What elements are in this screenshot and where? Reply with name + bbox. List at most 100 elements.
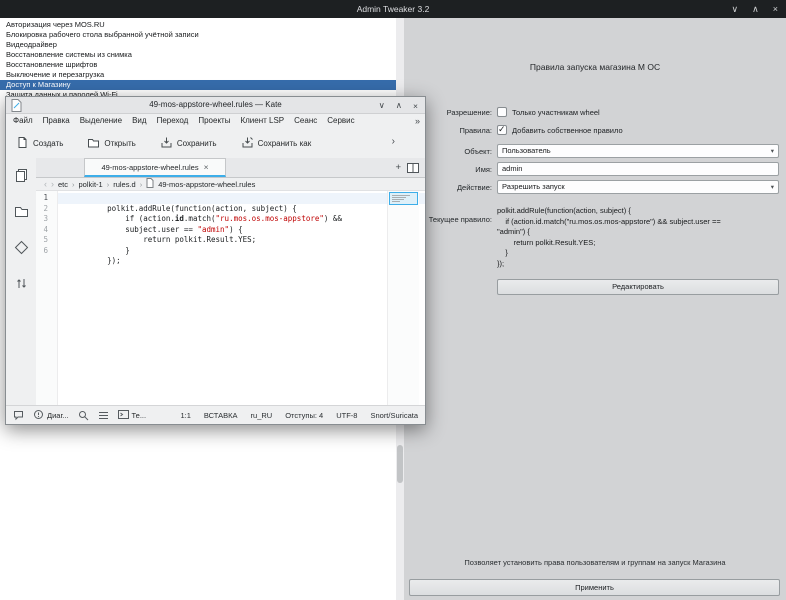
kate-sidebar — [6, 158, 36, 405]
breadcrumb-polkit-1[interactable]: polkit-1 — [79, 180, 103, 189]
new-file-label: Создать — [33, 139, 63, 148]
file-icon — [146, 178, 154, 190]
minimize-icon[interactable]: ∨ — [732, 4, 739, 15]
main-titlebar: Admin Tweaker 3.2 ∨ ∧ × — [0, 0, 786, 18]
new-document-icon — [16, 136, 29, 151]
open-file-button[interactable]: Открыть — [87, 136, 135, 151]
action-select[interactable]: Разрешить запуск ▾ — [497, 180, 779, 194]
terminal-icon — [118, 409, 129, 422]
name-input[interactable]: admin — [497, 162, 779, 176]
main-window-title: Admin Tweaker 3.2 — [0, 0, 786, 18]
list-scrollbar-thumb[interactable] — [397, 445, 403, 483]
folder-open-icon — [87, 136, 100, 151]
object-select-value: Пользователь — [502, 146, 551, 155]
kate-tabbar: 49-mos-appstore-wheel.rules × + — [36, 158, 425, 178]
syntax-mode[interactable]: Snort/Suricata — [370, 411, 418, 420]
line-number: 4 — [36, 225, 48, 236]
footer-hint: Позволяет установить права пользователям… — [404, 558, 786, 567]
line-number: 3 — [36, 214, 48, 225]
list-item-desktop-lock[interactable]: Блокировка рабочего стола выбранной учёт… — [0, 30, 396, 40]
split-view-icon[interactable] — [407, 163, 419, 175]
output-panel-icon[interactable] — [13, 410, 24, 421]
kate-maximize-icon[interactable]: ∧ — [396, 100, 402, 111]
git-toolview-icon[interactable] — [14, 240, 29, 257]
menu-file[interactable]: Файл — [8, 114, 38, 128]
custom-rule-checkbox[interactable]: ✓ — [497, 125, 507, 135]
kate-close-icon[interactable]: × — [413, 101, 418, 111]
menu-go[interactable]: Переход — [152, 114, 194, 128]
chevron-down-icon: ▾ — [771, 182, 774, 194]
save-button[interactable]: Сохранить — [160, 136, 217, 151]
terminal-panel-button[interactable]: Те... — [118, 409, 147, 422]
tab-49-mos-appstore-wheel[interactable]: 49-mos-appstore-wheel.rules × — [84, 158, 226, 177]
menu-tools[interactable]: Сервис — [322, 114, 359, 128]
open-file-label: Открыть — [104, 139, 135, 148]
menu-projects[interactable]: Проекты — [193, 114, 235, 128]
breadcrumb-separator: › — [107, 180, 110, 189]
new-file-button[interactable]: Создать — [16, 136, 63, 151]
cursor-position[interactable]: 1:1 — [180, 411, 190, 420]
kate-minimize-icon[interactable]: ∨ — [379, 100, 385, 111]
tab-close-icon[interactable]: × — [204, 162, 209, 172]
save-as-button[interactable]: Сохранить как — [241, 136, 312, 151]
filesystem-toolview-icon[interactable] — [14, 204, 29, 221]
diff-toolview-icon[interactable] — [14, 276, 29, 293]
kate-titlebar[interactable]: 49-mos-appstore-wheel.rules — Kate ∨ ∧ × — [6, 97, 425, 114]
snippets-icon[interactable] — [98, 410, 109, 421]
kate-breadcrumb: ‹ › etc › polkit-1 › rules.d › 49-mos-ap… — [36, 178, 425, 191]
kate-body: 49-mos-appstore-wheel.rules × + ‹ › etc … — [6, 158, 425, 405]
documents-toolview-icon[interactable] — [14, 168, 29, 185]
back-icon[interactable]: ‹ — [44, 179, 47, 189]
diagnostics-panel-button[interactable]: Диаг... — [33, 409, 69, 422]
kate-window-controls: ∨ ∧ × — [379, 97, 418, 114]
terminal-label: Те... — [132, 411, 147, 420]
save-icon — [160, 136, 173, 151]
main-window-controls: ∨ ∧ × — [732, 0, 778, 18]
breadcrumb-etc[interactable]: etc — [58, 180, 68, 189]
close-icon[interactable]: × — [773, 4, 778, 14]
screen: { "main": { "titlebar": { "title": "Admi… — [0, 0, 786, 600]
list-item-shutdown[interactable]: Выключение и перезагрузка — [0, 70, 396, 80]
code-editor[interactable]: 1 2 3 4 5 6 polkit.addRule(function(acti… — [36, 191, 425, 405]
apply-button[interactable]: Применить — [409, 579, 780, 596]
dictionary[interactable]: ru_RU — [251, 411, 273, 420]
menu-edit[interactable]: Правка — [38, 114, 75, 128]
breadcrumb-file[interactable]: 49-mos-appstore-wheel.rules — [158, 180, 255, 189]
toolbar-overflow-icon[interactable]: › — [392, 136, 395, 147]
encoding[interactable]: UTF-8 — [336, 411, 357, 420]
insert-mode[interactable]: ВСТАВКА — [204, 411, 238, 420]
diagnostics-icon — [33, 409, 44, 422]
menu-selection[interactable]: Выделение — [75, 114, 127, 128]
menu-lsp-client[interactable]: Клиент LSP — [235, 114, 289, 128]
menu-view[interactable]: Вид — [127, 114, 151, 128]
code-segment: ) && — [324, 214, 342, 223]
list-item-restore-fonts[interactable]: Восстановление шрифтов — [0, 60, 396, 70]
name-input-value: admin — [502, 164, 522, 173]
edit-button[interactable]: Редактировать — [497, 279, 779, 295]
forward-icon[interactable]: › — [51, 179, 54, 189]
kate-menubar: Файл Правка Выделение Вид Переход Проект… — [6, 114, 425, 128]
list-item-restore-snapshot[interactable]: Восстановление системы из снимка — [0, 50, 396, 60]
list-item-store-access-selected[interactable]: Доступ к Магазину — [0, 80, 396, 90]
wheel-only-checkbox[interactable] — [497, 107, 507, 117]
object-select[interactable]: Пользователь ▾ — [497, 144, 779, 158]
new-tab-button[interactable]: + — [395, 162, 401, 173]
list-item-mosru-auth[interactable]: Авторизация через MOS.RU — [0, 20, 396, 30]
breadcrumb-rules-d[interactable]: rules.d — [113, 180, 136, 189]
line-number: 6 — [36, 246, 48, 257]
tab-label: 49-mos-appstore-wheel.rules — [101, 163, 198, 172]
wheel-only-option-label[interactable]: Только участникам wheel — [512, 108, 600, 118]
kate-main-area: 49-mos-appstore-wheel.rules × + ‹ › etc … — [36, 158, 425, 405]
minimap-view-indicator[interactable] — [389, 192, 418, 205]
current-rule-text: polkit.addRule(function(action, subject)… — [497, 206, 781, 269]
minimap-scrollbar[interactable] — [387, 191, 419, 405]
search-icon[interactable] — [78, 410, 89, 421]
custom-rule-option-label[interactable]: Добавить собственное правило — [512, 126, 623, 136]
kate-toolbar: Создать Открыть Сохранить Сохранить как … — [6, 128, 425, 158]
indent-setting[interactable]: Отступы: 4 — [285, 411, 323, 420]
list-item-video-driver[interactable]: Видеодрайвер — [0, 40, 396, 50]
kate-window-title: 49-mos-appstore-wheel.rules — Kate — [6, 97, 425, 114]
maximize-icon[interactable]: ∧ — [752, 4, 759, 15]
menu-session[interactable]: Сеанс — [289, 114, 322, 128]
menu-overflow-icon[interactable]: » — [415, 116, 425, 126]
